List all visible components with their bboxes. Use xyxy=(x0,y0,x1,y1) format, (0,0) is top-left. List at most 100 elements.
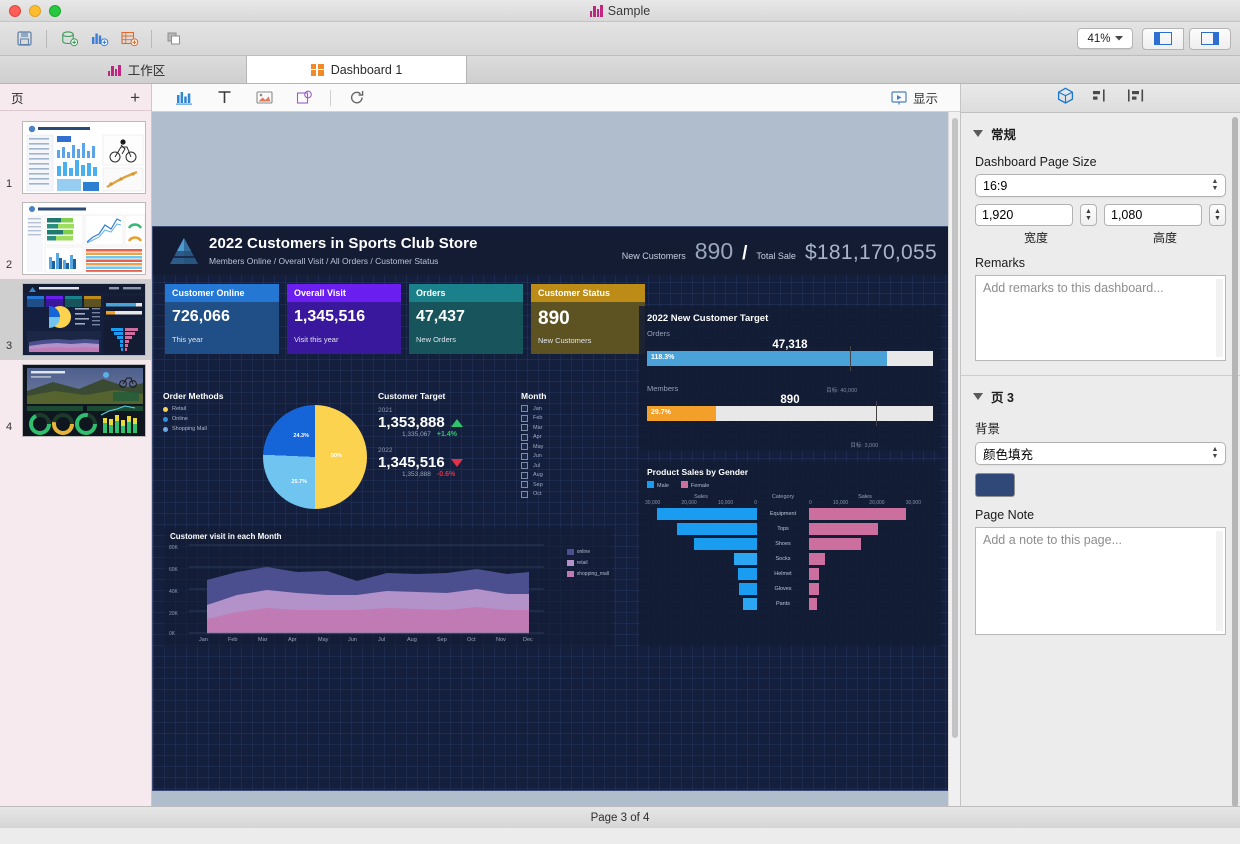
add-page-button[interactable]: + xyxy=(130,89,140,106)
background-color-swatch[interactable] xyxy=(975,473,1015,497)
remarks-textarea[interactable]: Add remarks to this dashboard... xyxy=(975,275,1226,361)
canvas-vertical-scrollbar[interactable] xyxy=(948,112,960,806)
bar-male xyxy=(739,583,757,595)
tab-dashboard-1[interactable]: Dashboard 1 xyxy=(247,56,467,83)
checkbox-icon[interactable] xyxy=(521,405,528,412)
disclosure-triangle-icon[interactable] xyxy=(973,393,983,400)
page-thumbnail-1[interactable]: 1 xyxy=(0,117,151,198)
show-presentation-button[interactable]: 显示 xyxy=(891,88,948,107)
month-item[interactable]: Aug xyxy=(521,472,613,479)
page-background-field: 背景 颜色填充 ▲▼ Page Note Add a note to this … xyxy=(961,418,1240,635)
save-icon[interactable] xyxy=(9,27,39,51)
add-chart-icon[interactable] xyxy=(84,27,114,51)
customer-visit-chart[interactable]: Customer visit in each Month online reta… xyxy=(163,527,613,647)
month-item[interactable]: Sep xyxy=(521,481,613,488)
checkbox-icon[interactable] xyxy=(521,491,528,498)
page-number-2: 2 xyxy=(6,259,12,271)
inspector-scrollbar[interactable] xyxy=(1231,117,1239,806)
checkbox-icon[interactable] xyxy=(521,453,528,460)
legend-swatch xyxy=(681,481,688,488)
document-tabbar: 工作区 Dashboard 1 xyxy=(0,56,1240,84)
kpi-card-orders[interactable]: Orders 47,437 New Orders xyxy=(409,284,523,354)
month-item[interactable]: Jun xyxy=(521,453,613,460)
width-input[interactable]: 1,920 xyxy=(975,204,1073,226)
category-label: Tops xyxy=(757,526,809,532)
disclosure-triangle-icon[interactable] xyxy=(973,130,983,137)
text-tool-icon[interactable] xyxy=(204,87,244,109)
bar-female xyxy=(809,523,878,535)
kpi-card-overall-visit[interactable]: Overall Visit 1,345,516 Visit this year xyxy=(287,284,401,354)
dashboard-page[interactable]: 2022 Customers in Sports Club Store Memb… xyxy=(152,226,952,791)
month-label: Aug xyxy=(533,472,543,478)
checkbox-icon[interactable] xyxy=(521,462,528,469)
image-tool-icon[interactable] xyxy=(244,87,284,109)
page-number-3: 3 xyxy=(6,340,12,352)
checkbox-icon[interactable] xyxy=(521,434,528,441)
x-tick: Jul xyxy=(378,637,385,643)
section-general[interactable]: 常规 xyxy=(961,113,1240,149)
target-row-members: Members 890 29.7% 目标: 3,000 xyxy=(639,379,941,421)
month-item[interactable]: Oct xyxy=(521,491,613,498)
tick-left: 20,000 xyxy=(681,500,696,506)
new-customer-target-panel[interactable]: 2022 New Customer Target Orders 47,318 1… xyxy=(639,306,941,451)
textarea-scrollbar[interactable] xyxy=(1216,279,1223,357)
checkbox-icon[interactable] xyxy=(521,481,528,488)
bar-male xyxy=(738,568,757,580)
page-thumbnail-2[interactable]: 2 xyxy=(0,198,151,279)
page-thumbnail-4[interactable]: 4 xyxy=(0,360,151,441)
stepper-icon[interactable]: ▲▼ xyxy=(1209,177,1221,194)
toolbar-divider xyxy=(46,30,47,48)
textarea-scrollbar[interactable] xyxy=(1216,531,1223,631)
chart-tool-icon[interactable] xyxy=(164,87,204,109)
legend-item-online: online xyxy=(567,549,609,555)
checkbox-icon[interactable] xyxy=(521,472,528,479)
cube-icon[interactable] xyxy=(1057,87,1074,109)
page-note-textarea[interactable]: Add a note to this page... xyxy=(975,527,1226,635)
duplicate-icon[interactable] xyxy=(159,27,189,51)
add-table-icon[interactable] xyxy=(114,27,144,51)
checkbox-icon[interactable] xyxy=(521,443,528,450)
page-thumbnail-3[interactable]: 3 xyxy=(0,279,151,360)
month-item[interactable]: Jan xyxy=(521,405,613,412)
left-panel-toggle-button[interactable] xyxy=(1142,28,1184,50)
x-tick: Apr xyxy=(288,637,297,643)
checkbox-icon[interactable] xyxy=(521,424,528,431)
page-size-select[interactable]: 16:9 ▲▼ xyxy=(975,174,1226,197)
scrollbar-thumb[interactable] xyxy=(952,118,958,738)
right-panel-toggle-button[interactable] xyxy=(1189,28,1231,50)
bar-female xyxy=(809,553,825,565)
zoom-level-select[interactable]: 41% xyxy=(1077,28,1133,49)
month-label: Mar xyxy=(533,425,542,431)
width-stepper[interactable]: ▲▼ xyxy=(1080,204,1097,226)
target-progress-bar: 29.7% xyxy=(647,406,933,421)
section-general-title: 常规 xyxy=(991,124,1016,143)
add-data-icon[interactable] xyxy=(54,27,84,51)
y-tick: 80K xyxy=(169,545,178,551)
kpi-card-customer-online[interactable]: Customer Online 726,066 This year xyxy=(165,284,279,354)
kpi-card-customer-status[interactable]: Customer Status 890 New Customers xyxy=(531,284,645,354)
month-item[interactable]: May xyxy=(521,443,613,450)
section-page-title: 页 3 xyxy=(991,387,1014,406)
month-item[interactable]: Apr xyxy=(521,434,613,441)
height-stepper[interactable]: ▲▼ xyxy=(1209,204,1226,226)
section-page[interactable]: 页 3 xyxy=(961,376,1240,412)
order-methods-chart[interactable]: Order Methods Retail Online Shopping xyxy=(163,391,375,521)
x-tick: Mar xyxy=(258,637,267,643)
checkbox-icon[interactable] xyxy=(521,415,528,422)
tab-workspace[interactable]: 工作区 xyxy=(27,56,247,83)
page-size-label: Dashboard Page Size xyxy=(975,155,1226,169)
height-input[interactable]: 1,080 xyxy=(1104,204,1202,226)
product-sales-by-gender-chart[interactable]: Product Sales by Gender Male Female Sale… xyxy=(639,461,941,646)
month-item[interactable]: Jul xyxy=(521,462,613,469)
month-item[interactable]: Mar xyxy=(521,424,613,431)
month-item[interactable]: Feb xyxy=(521,415,613,422)
distribute-icon[interactable] xyxy=(1127,88,1144,108)
background-type-select[interactable]: 颜色填充 ▲▼ xyxy=(975,442,1226,465)
stepper-icon[interactable]: ▲▼ xyxy=(1209,445,1221,462)
customer-target-panel[interactable]: Customer Target 2021 1,353,888 1,335,067… xyxy=(378,391,516,521)
dashboard-canvas[interactable]: 2022 Customers in Sports Club Store Memb… xyxy=(152,112,960,806)
refresh-icon[interactable] xyxy=(337,87,377,109)
align-left-icon[interactable] xyxy=(1092,88,1109,108)
shape-tool-icon[interactable] xyxy=(284,87,324,109)
month-filter-panel[interactable]: Month Jan Feb Mar Apr May Jun Jul Aug Se… xyxy=(521,391,613,521)
